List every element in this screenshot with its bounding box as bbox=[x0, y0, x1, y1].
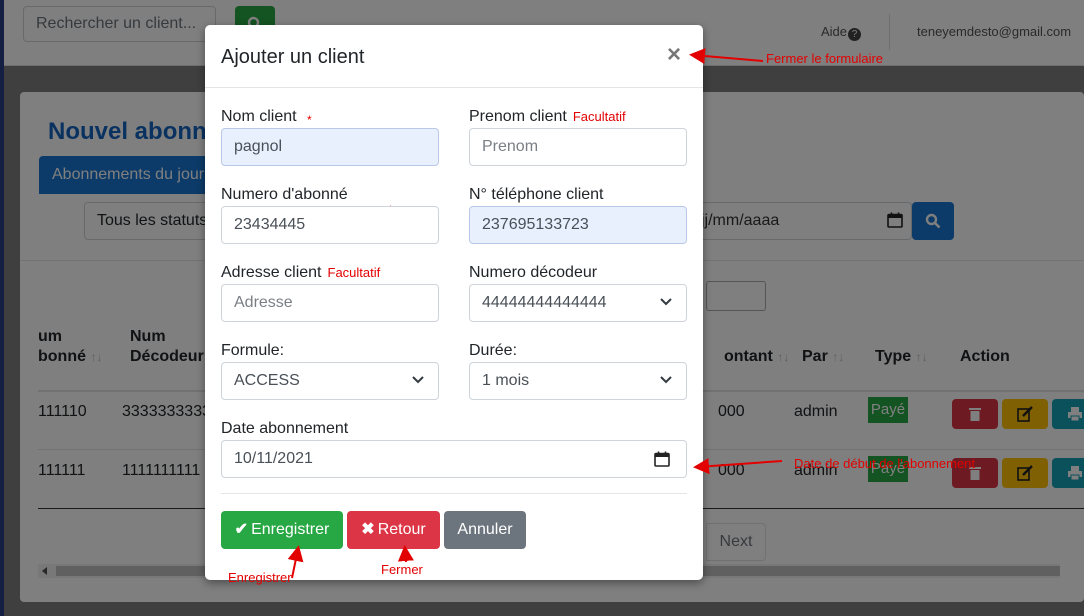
annotation-back: Fermer bbox=[381, 562, 423, 577]
annotation-arrow-close bbox=[689, 48, 764, 64]
annotation-arrows bbox=[287, 48, 783, 579]
annotation-date: Date de début de l'abonnement bbox=[794, 456, 976, 471]
annotation-arrow-date bbox=[693, 458, 783, 475]
annotation-close: Fermer le formulaire bbox=[766, 51, 884, 66]
annotation-arrow-save bbox=[287, 545, 304, 579]
annotation-save: Enregistrer bbox=[228, 570, 292, 585]
annotation-arrow-back bbox=[397, 545, 414, 563]
